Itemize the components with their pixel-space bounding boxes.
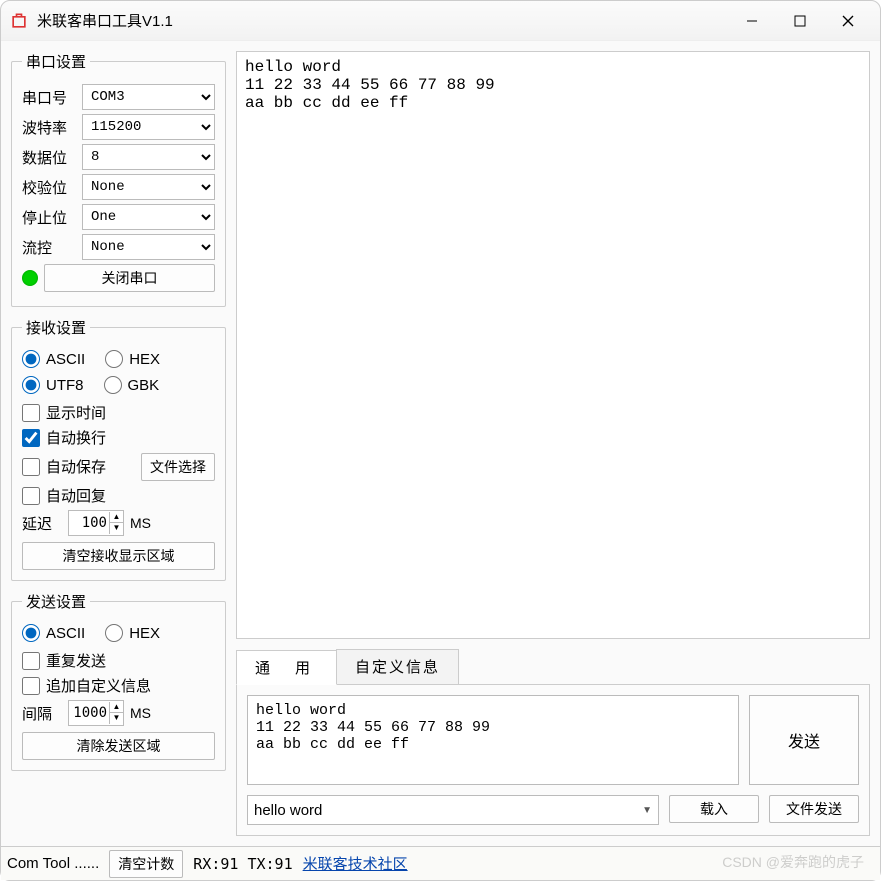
chevron-up-icon: ▲ [109,702,123,713]
window-title: 米联客串口工具V1.1 [37,10,728,31]
chevron-down-icon: ▼ [109,713,123,724]
status-bar: Com Tool ...... 清空计数 RX:91 TX:91 米联客技术社区 [1,846,880,880]
tab-general[interactable]: 通 用 [236,650,337,685]
delay-label: 延迟 [22,513,62,534]
file-select-button[interactable]: 文件选择 [141,453,215,481]
app-icon [9,11,29,31]
clear-rx-button[interactable]: 清空接收显示区域 [22,542,215,570]
tab-custom[interactable]: 自定义信息 [336,649,459,684]
port-legend: 串口设置 [22,51,90,72]
auto-wrap-checkbox[interactable]: 自动换行 [22,427,215,448]
rx-display[interactable]: hello word 11 22 33 44 55 66 77 88 99 aa… [236,51,870,639]
rx-hex-radio[interactable]: HEX [105,350,160,368]
file-send-button[interactable]: 文件发送 [769,795,859,823]
flow-label: 流控 [22,237,76,258]
tx-settings-group: 发送设置 ASCII HEX 重复发送 追加自定义信息 间隔 ▲▼ MS 清除发… [11,591,226,771]
load-button[interactable]: 载入 [669,795,759,823]
titlebar: 米联客串口工具V1.1 [1,1,880,41]
baud-select[interactable]: 115200 [82,114,215,140]
stop-label: 停止位 [22,207,76,228]
delay-unit: MS [130,515,151,531]
port-settings-group: 串口设置 串口号 COM3 波特率 115200 数据位 8 校验位 None 停止位 O… [11,51,226,307]
interval-unit: MS [130,705,151,721]
port-label: 串口号 [22,87,76,108]
tx-hex-radio[interactable]: HEX [105,624,160,642]
rx-settings-group: 接收设置 ASCII HEX UTF8 GBK 显示时间 自动换行 自动保存 文… [11,317,226,581]
data-label: 数据位 [22,147,76,168]
chevron-down-icon: ▼ [109,523,123,534]
maximize-button[interactable] [776,5,824,37]
minimize-button[interactable] [728,5,776,37]
send-button[interactable]: 发送 [749,695,859,785]
stop-select[interactable]: One [82,204,215,230]
rx-utf8-radio[interactable]: UTF8 [22,376,84,394]
append-custom-checkbox[interactable]: 追加自定义信息 [22,675,215,696]
parity-label: 校验位 [22,177,76,198]
clear-count-button[interactable]: 清空计数 [109,850,183,878]
auto-save-checkbox[interactable]: 自动保存 [22,456,135,477]
tx-textarea[interactable] [247,695,739,785]
repeat-send-checkbox[interactable]: 重复发送 [22,650,215,671]
port-status-indicator [22,270,38,286]
load-combo[interactable]: hello word▼ [247,795,659,825]
interval-label: 间隔 [22,703,62,724]
baud-label: 波特率 [22,117,76,138]
rx-gbk-radio[interactable]: GBK [104,376,160,394]
close-button[interactable] [824,5,872,37]
chevron-down-icon: ▼ [642,805,652,816]
chevron-up-icon: ▲ [109,512,123,523]
clear-tx-button[interactable]: 清除发送区域 [22,732,215,760]
status-tool: Com Tool ...... [7,855,99,872]
send-tabs: 通 用 自定义信息 [236,649,870,685]
close-port-button[interactable]: 关闭串口 [44,264,215,292]
rx-ascii-radio[interactable]: ASCII [22,350,85,368]
port-select[interactable]: COM3 [82,84,215,110]
community-link[interactable]: 米联客技术社区 [303,853,408,874]
parity-select[interactable]: None [82,174,215,200]
flow-select[interactable]: None [82,234,215,260]
show-time-checkbox[interactable]: 显示时间 [22,402,215,423]
delay-stepper[interactable]: ▲▼ [68,510,124,536]
tx-legend: 发送设置 [22,591,90,612]
data-select[interactable]: 8 [82,144,215,170]
rx-legend: 接收设置 [22,317,90,338]
interval-stepper[interactable]: ▲▼ [68,700,124,726]
status-counts: RX:91 TX:91 [193,855,292,873]
tx-ascii-radio[interactable]: ASCII [22,624,85,642]
auto-reply-checkbox[interactable]: 自动回复 [22,485,215,506]
